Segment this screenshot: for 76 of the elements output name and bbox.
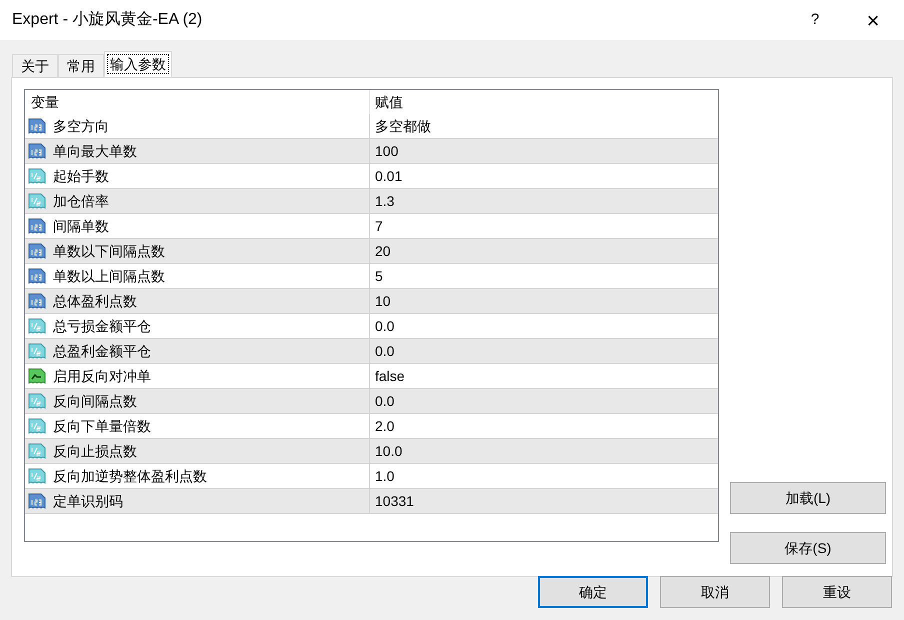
table-row[interactable]: 反向下单量倍数 2.0 — [25, 414, 718, 439]
integer-type-icon — [28, 242, 46, 260]
parameter-value: 2.0 — [374, 416, 396, 436]
parameter-value: 7 — [374, 216, 384, 236]
integer-type-icon — [28, 492, 46, 510]
table-row[interactable]: 定单识别码 10331 — [25, 489, 718, 514]
parameter-value: false — [374, 366, 406, 386]
fraction-type-icon — [28, 342, 46, 360]
table-row[interactable]: 起始手数 0.01 — [25, 164, 718, 189]
parameter-value: 0.0 — [374, 392, 396, 410]
parameter-value: 100 — [374, 142, 400, 160]
fraction-type-icon — [28, 467, 46, 485]
dialog-button[interactable]: 重设 — [782, 576, 892, 608]
boolean-type-icon — [28, 367, 46, 385]
tab[interactable]: 关于 — [12, 54, 58, 77]
parameter-name: 反向间隔点数 — [53, 392, 137, 410]
table-row[interactable]: 总盈利金额平仓 0.0 — [25, 339, 718, 364]
parameter-name: 启用反向对冲单 — [53, 366, 151, 386]
parameter-name: 反向止损点数 — [53, 442, 137, 460]
parameter-value: 20 — [374, 242, 392, 260]
parameter-name: 多空方向 — [53, 116, 109, 136]
table-row[interactable]: 单向最大单数 100 — [25, 139, 718, 164]
parameter-value: 1.3 — [374, 192, 396, 210]
fraction-type-icon — [28, 167, 46, 185]
integer-type-icon — [28, 217, 46, 235]
side-button[interactable]: 保存(S) — [730, 532, 886, 564]
table-row[interactable]: 多空方向 多空都做 — [25, 114, 718, 139]
fraction-type-icon — [28, 417, 46, 435]
table-row[interactable]: 单数以下间隔点数 20 — [25, 239, 718, 264]
parameter-value: 多空都做 — [374, 116, 432, 136]
table-row[interactable]: 总亏损金额平仓 0.0 — [25, 314, 718, 339]
parameter-value: 10.0 — [374, 442, 404, 460]
fraction-type-icon — [28, 317, 46, 335]
parameter-value: 5 — [374, 266, 384, 286]
parameter-value: 10331 — [374, 492, 415, 510]
parameter-name: 总亏损金额平仓 — [53, 316, 151, 336]
parameter-name: 起始手数 — [53, 166, 109, 186]
parameter-name: 总盈利金额平仓 — [53, 342, 151, 360]
parameter-name: 反向下单量倍数 — [53, 416, 151, 436]
integer-type-icon — [28, 267, 46, 285]
integer-type-icon — [28, 117, 46, 135]
parameter-value: 0.0 — [374, 316, 396, 336]
dialog-button[interactable]: 取消 — [660, 576, 770, 608]
table-row[interactable]: 反向间隔点数 0.0 — [25, 389, 718, 414]
table-row[interactable]: 启用反向对冲单 false — [25, 364, 718, 389]
parameter-name: 间隔单数 — [53, 216, 109, 236]
tab[interactable]: 常用 — [58, 54, 104, 77]
table-row[interactable]: 单数以上间隔点数 5 — [25, 264, 718, 289]
column-header[interactable]: 赋值 — [370, 90, 718, 114]
parameter-value: 10 — [374, 292, 392, 310]
parameter-name: 总体盈利点数 — [53, 292, 137, 310]
parameter-name: 单数以上间隔点数 — [53, 266, 165, 286]
fraction-type-icon — [28, 442, 46, 460]
dialog-button[interactable]: 确定 — [538, 576, 648, 608]
help-button[interactable]: ? — [792, 0, 838, 40]
side-button[interactable]: 加载(L) — [730, 482, 886, 514]
parameter-name: 单向最大单数 — [53, 142, 137, 160]
table-row[interactable]: 总体盈利点数 10 — [25, 289, 718, 314]
table-row[interactable]: 间隔单数 7 — [25, 214, 718, 239]
table-row[interactable]: 加仓倍率 1.3 — [25, 189, 718, 214]
window-title: Expert - 小旋风黄金-EA (2) — [12, 10, 204, 30]
fraction-type-icon — [28, 192, 46, 210]
parameter-value: 0.01 — [374, 166, 404, 186]
parameter-name: 加仓倍率 — [53, 192, 109, 210]
parameter-name: 定单识别码 — [53, 492, 123, 510]
table-row[interactable]: 反向止损点数 10.0 — [25, 439, 718, 464]
parameter-name: 反向加逆势整体盈利点数 — [53, 466, 207, 486]
close-button[interactable]: × — [850, 0, 896, 40]
parameter-name: 单数以下间隔点数 — [53, 242, 165, 260]
tab[interactable]: 输入参数 — [104, 51, 172, 77]
fraction-type-icon — [28, 392, 46, 410]
integer-type-icon — [28, 292, 46, 310]
table-row[interactable]: 反向加逆势整体盈利点数 1.0 — [25, 464, 718, 489]
parameter-value: 1.0 — [374, 466, 396, 486]
integer-type-icon — [28, 142, 46, 160]
parameter-value: 0.0 — [374, 342, 396, 360]
